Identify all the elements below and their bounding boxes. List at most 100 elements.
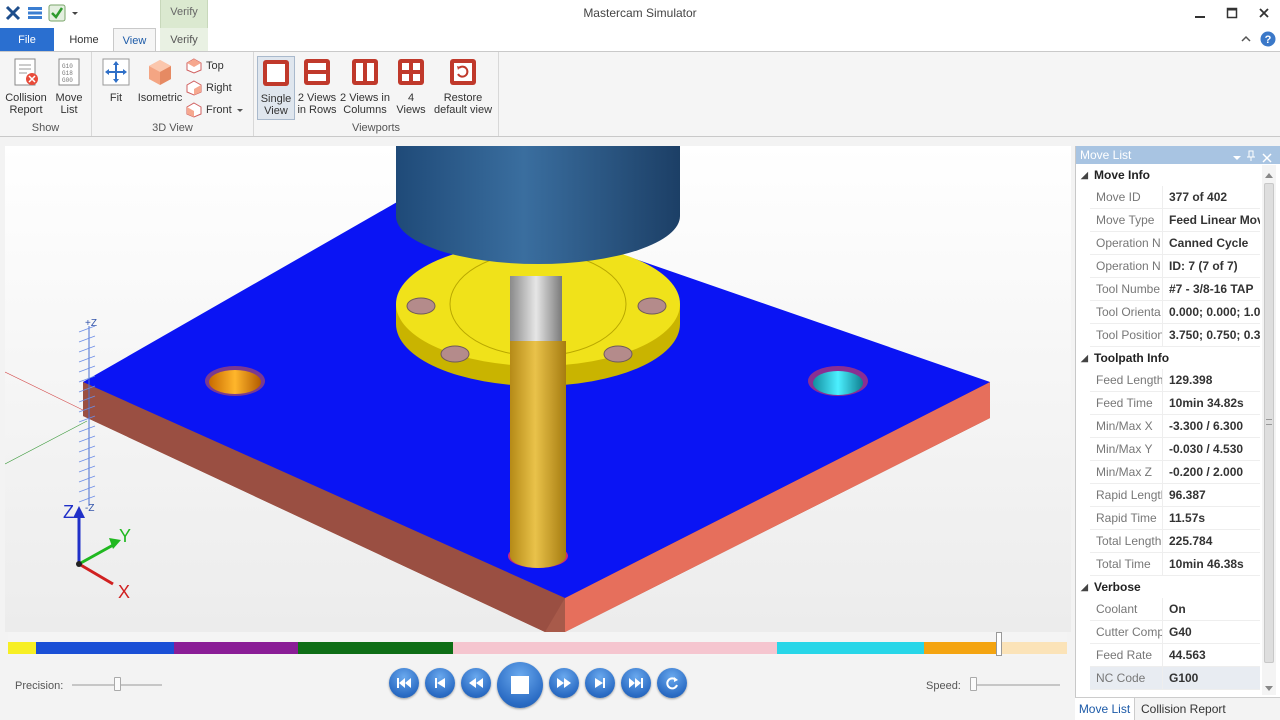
simulation-viewport[interactable]: +Z -Z Z Y X [5, 146, 1071, 632]
two-views-columns-label-1: 2 Views in [340, 92, 390, 104]
panel-title: Move List [1080, 148, 1132, 162]
collapse-triangle-icon[interactable]: ◢ [1081, 164, 1088, 186]
property-row[interactable]: Total Length 225.784 [1090, 530, 1260, 553]
go-to-end-button[interactable] [621, 668, 651, 698]
speed-slider-thumb[interactable] [970, 677, 977, 691]
group-3d-view-label: 3D View [152, 122, 193, 134]
tab-home[interactable]: Home [60, 28, 108, 52]
loop-icon [666, 677, 678, 690]
property-row[interactable]: Min/Max X -3.300 / 6.300 [1090, 415, 1260, 438]
property-key: NC Code [1096, 671, 1146, 685]
property-row[interactable]: NC Code G100 [1090, 667, 1260, 690]
property-row[interactable]: Rapid Time 11.57s [1090, 507, 1260, 530]
tab-view[interactable]: View [113, 28, 156, 52]
collision-report-label-2: Report [9, 104, 43, 116]
right-view-icon [186, 80, 202, 96]
property-row[interactable]: Move ID 377 of 402 [1090, 186, 1260, 209]
stop-button[interactable] [497, 662, 543, 708]
help-icon[interactable]: ? [1260, 31, 1276, 47]
tab-file[interactable]: File [0, 28, 54, 52]
isometric-button[interactable]: Isometric [136, 56, 184, 104]
property-row[interactable]: Move Type Feed Linear Mov [1090, 209, 1260, 232]
timeline-segment [924, 642, 1000, 654]
qat-dropdown-icon[interactable] [70, 4, 80, 22]
layers-icon[interactable] [26, 4, 44, 22]
hole-right [813, 371, 863, 395]
collapse-triangle-icon[interactable]: ◢ [1081, 576, 1088, 598]
section-header[interactable]: ◢ Toolpath Info [1076, 347, 1266, 369]
property-row[interactable]: Operation N ID: 7 (7 of 7) [1090, 255, 1260, 278]
right-view-button[interactable]: Right [186, 78, 232, 98]
tab-verify[interactable]: Verify [160, 28, 208, 52]
property-row[interactable]: Feed Rate 44.563 [1090, 644, 1260, 667]
four-views-label-2: Views [396, 104, 426, 116]
two-views-rows-button[interactable]: 2 Views in Rows [297, 56, 337, 116]
scrollbar-thumb[interactable] [1264, 183, 1274, 663]
flange-hole-2 [637, 297, 667, 315]
timeline-segment [35, 642, 175, 654]
section-header[interactable]: ◢ Verbose [1076, 576, 1266, 598]
fit-button[interactable]: Fit [98, 56, 134, 104]
front-view-button[interactable]: Front [186, 100, 244, 120]
precision-slider[interactable] [72, 677, 162, 691]
front-dropdown-icon[interactable] [236, 106, 244, 114]
verify-context-label: Verify [160, 0, 208, 28]
step-back-button[interactable] [425, 668, 455, 698]
restore-default-view-button[interactable]: Restore default view [431, 56, 495, 116]
property-row[interactable]: Feed Time 10min 34.82s [1090, 392, 1260, 415]
svg-text:G10: G10 [62, 63, 73, 70]
property-row[interactable]: Total Time 10min 46.38s [1090, 553, 1260, 576]
property-row[interactable]: Cutter Comp G40 [1090, 621, 1260, 644]
property-row[interactable]: Operation N Canned Cycle [1090, 232, 1260, 255]
property-row[interactable]: Min/Max Y -0.030 / 4.530 [1090, 438, 1260, 461]
timeline-position-marker[interactable] [996, 632, 1003, 656]
rewind-button[interactable] [461, 668, 491, 698]
property-row[interactable]: Tool Numbe #7 - 3/8-16 TAP [1090, 278, 1260, 301]
fast-forward-button[interactable] [549, 668, 579, 698]
verify-check-icon[interactable] [48, 4, 66, 22]
speed-slider[interactable] [970, 677, 1060, 691]
top-view-button[interactable]: Top [186, 56, 224, 76]
property-row[interactable]: Tool Orienta 0.000; 0.000; 1.0 [1090, 301, 1260, 324]
property-row[interactable]: Min/Max Z -0.200 / 2.000 [1090, 461, 1260, 484]
loop-button[interactable] [657, 668, 687, 698]
front-view-label: Front [206, 104, 232, 116]
scroll-down-icon[interactable] [1265, 683, 1273, 695]
property-key: Move ID [1096, 190, 1141, 204]
collapse-triangle-icon[interactable]: ◢ [1081, 347, 1088, 369]
precision-slider-thumb[interactable] [114, 677, 121, 691]
speed-label: Speed: [926, 680, 961, 692]
close-window-button[interactable] [1252, 4, 1276, 22]
single-view-button[interactable]: Single View [257, 56, 295, 120]
property-value: 0.000; 0.000; 1.0 [1162, 301, 1260, 323]
operation-timeline[interactable] [8, 632, 1067, 656]
property-value: 96.387 [1162, 484, 1260, 506]
collision-report-button[interactable]: Collision Report [4, 56, 48, 116]
section-header[interactable]: ◢ Move Info [1076, 164, 1266, 186]
panel-scrollbar[interactable] [1262, 165, 1276, 695]
property-row[interactable]: Coolant On [1090, 598, 1260, 621]
step-forward-button[interactable] [585, 668, 615, 698]
mastercam-logo-icon[interactable] [4, 4, 22, 22]
four-views-button[interactable]: 4 Views [393, 56, 429, 116]
timeline-segment [452, 642, 777, 654]
move-list-icon: G10 G18 G00 [53, 56, 85, 88]
scroll-up-icon[interactable] [1265, 169, 1273, 181]
property-value: 44.563 [1162, 644, 1260, 666]
property-row[interactable]: Rapid Lengtl 96.387 [1090, 484, 1260, 507]
single-view-label-1: Single [260, 93, 292, 105]
tab-move-list[interactable]: Move List [1075, 698, 1135, 720]
property-value: On [1162, 598, 1260, 620]
timeline-segment [174, 642, 299, 654]
maximize-button[interactable] [1220, 4, 1244, 22]
two-views-columns-button[interactable]: 2 Views in Columns [339, 56, 391, 116]
property-row[interactable]: Tool Position 3.750; 0.750; 0.3 [1090, 324, 1260, 347]
go-to-start-button[interactable] [389, 668, 419, 698]
property-row[interactable]: Feed Length 129.398 [1090, 369, 1260, 392]
rewind-icon [469, 678, 483, 688]
move-list-button[interactable]: G10 G18 G00 Move List [50, 56, 88, 116]
tab-collision-report[interactable]: Collision Report [1141, 698, 1226, 720]
ribbon-collapse-icon[interactable] [1240, 33, 1252, 45]
restore-view-icon [447, 56, 479, 88]
minimize-button[interactable] [1188, 4, 1212, 22]
